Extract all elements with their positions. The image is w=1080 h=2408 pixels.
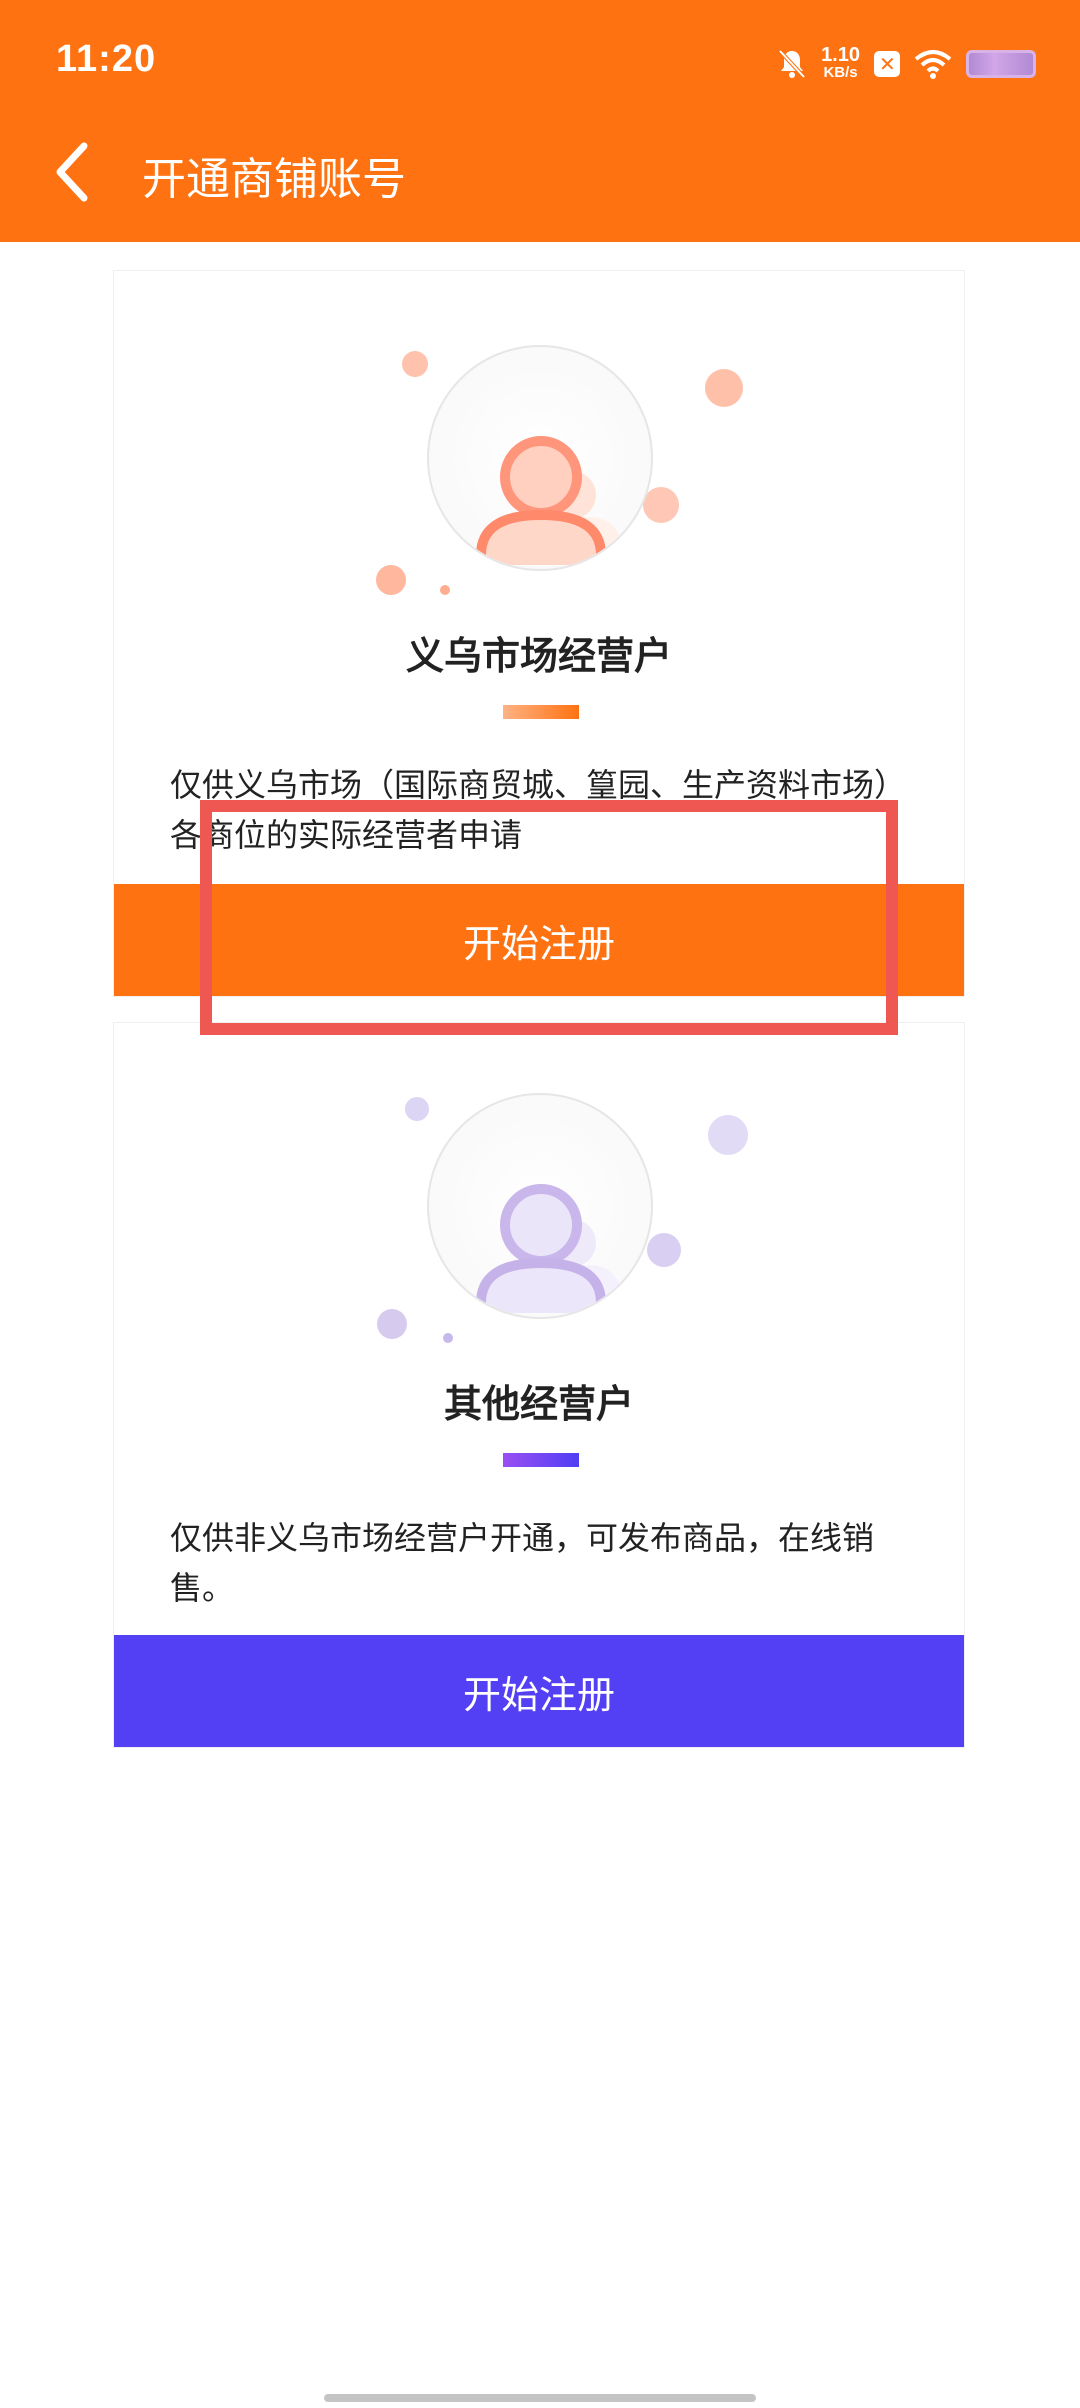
card-title: 其他经营户	[443, 1382, 634, 1426]
status-icons: 1.10 KB/s	[777, 40, 1036, 88]
other-merchant-card: 其他经营户 仅供非义乌市场经营户开通，可发布商品，在线销售。 开始注册	[113, 1022, 965, 1748]
user-avatar-icon	[427, 1093, 653, 1319]
decor-dot	[405, 1097, 429, 1121]
wifi-icon	[914, 50, 952, 79]
decor-dot	[440, 585, 450, 595]
decor-dot	[647, 1233, 681, 1267]
register-button[interactable]: 开始注册	[114, 1635, 964, 1747]
decor-dot	[376, 565, 406, 595]
net-speed: 1.10 KB/s	[821, 44, 860, 82]
card-description: 仅供非义乌市场经营户开通，可发布商品，在线销售。	[170, 1519, 875, 1607]
decor-dot	[443, 1333, 453, 1343]
app-header: 11:20 1.10 KB/s 开通商铺账号	[0, 0, 1080, 242]
page-title: 开通商铺账号	[142, 154, 406, 205]
battery-icon	[966, 50, 1036, 78]
decor-dot	[705, 369, 743, 407]
user-avatar-icon	[427, 345, 653, 571]
x-icon	[874, 51, 900, 77]
accent-bar	[503, 1453, 579, 1467]
net-speed-value: 1.10	[821, 44, 860, 66]
home-indicator[interactable]	[324, 2394, 756, 2402]
card-title: 义乌市场经营户	[405, 634, 672, 678]
bell-off-icon	[778, 49, 806, 79]
back-button[interactable]	[44, 136, 104, 208]
highlight-box	[200, 800, 898, 1035]
net-speed-unit: KB/s	[823, 64, 858, 81]
decor-dot	[643, 487, 679, 523]
decor-dot	[402, 351, 428, 377]
status-time: 11:20	[56, 38, 157, 80]
decor-dot	[377, 1309, 407, 1339]
accent-bar	[503, 705, 579, 719]
decor-dot	[708, 1115, 748, 1155]
